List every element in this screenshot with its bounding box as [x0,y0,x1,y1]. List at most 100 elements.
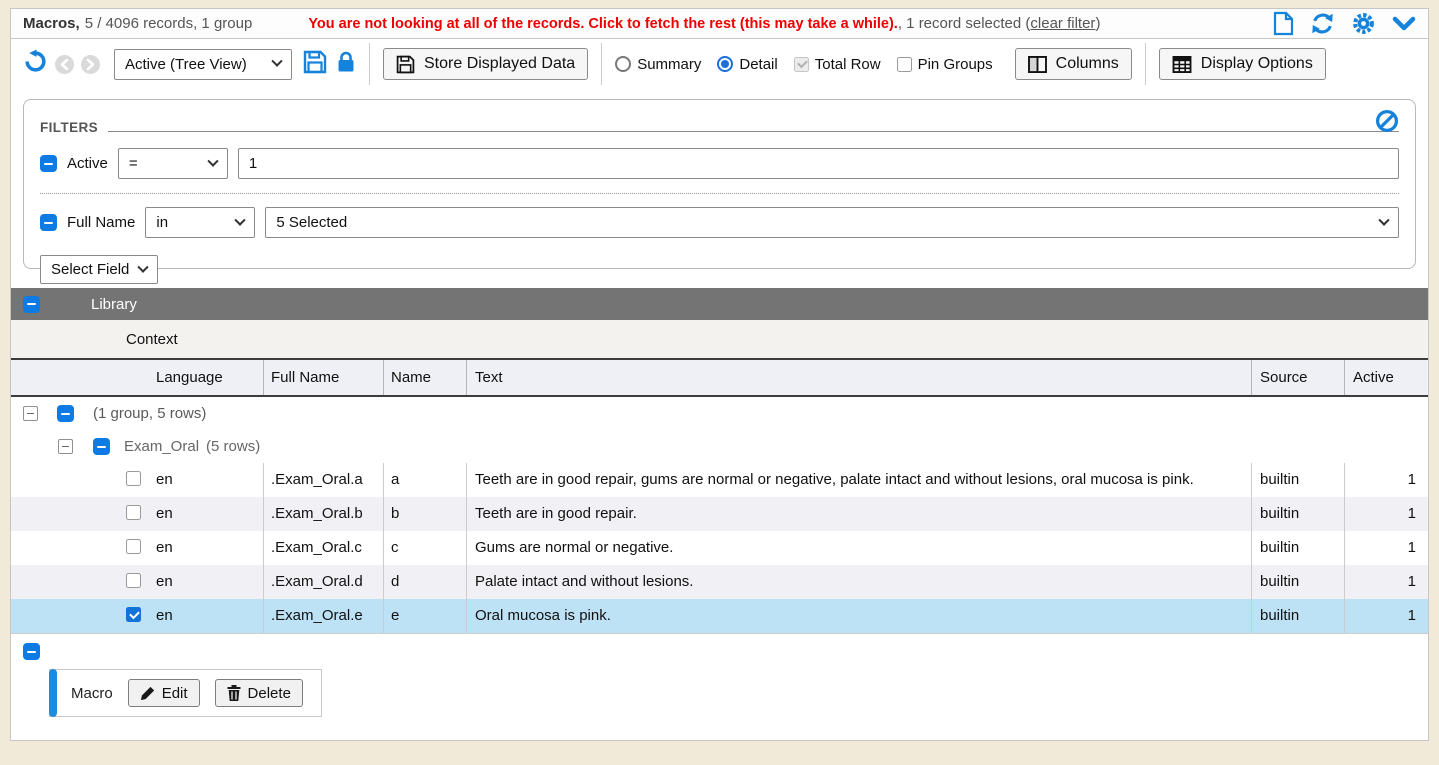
toolbar: Active (Tree View) Store Displayed Data … [11,39,1428,89]
collapse-subgroup-icon[interactable] [58,439,73,454]
remove-filter-icon[interactable] [40,214,57,231]
cell-text: Oral mucosa is pink. [466,599,1251,633]
pin-groups-label: Pin Groups [918,56,993,73]
columns-button-label: Columns [1056,55,1119,73]
table-row[interactable]: en .Exam_Oral.b b Teeth are in good repa… [11,497,1428,531]
column-header-source[interactable]: Source [1251,360,1344,395]
filter-field-label: Full Name [67,214,135,231]
pencil-icon [140,686,155,701]
pin-groups-checkbox[interactable]: Pin Groups [897,56,993,73]
subgroup-name-label: Exam_Oral [124,438,199,455]
footer-minus-icon[interactable] [23,643,40,660]
forward-icon[interactable] [81,55,100,74]
gear-icon[interactable] [1351,11,1376,36]
table-row-selected[interactable]: en .Exam_Oral.e e Oral mucosa is pink. b… [11,599,1428,633]
edit-button-label: Edit [162,685,188,702]
store-displayed-data-button[interactable]: Store Displayed Data [383,48,588,80]
display-options-button[interactable]: Display Options [1159,48,1326,80]
radio-checked-icon [717,56,733,72]
macro-actions-area: Macro Edit Delete [11,669,1428,723]
chevron-down-icon[interactable] [1392,14,1416,34]
new-document-icon[interactable] [1273,11,1294,36]
filter-field-label: Active [67,155,108,172]
table-grid-icon [1172,56,1192,73]
select-arrow-icon [207,155,218,166]
subgroup-count-label: (5 rows) [206,438,260,455]
cell-active: 1 [1344,463,1428,497]
summary-radio[interactable]: Summary [615,56,701,73]
content: Active (Tree View) Store Displayed Data … [10,39,1429,741]
table-row[interactable]: en .Exam_Oral.c c Gums are normal or neg… [11,531,1428,565]
back-icon[interactable] [55,55,74,74]
view-select[interactable]: Active (Tree View) [114,49,292,80]
subgroup-minus-icon[interactable] [93,438,110,455]
row-checkbox-checked[interactable] [126,607,141,622]
cell-name: b [383,497,466,531]
toolbar-divider [1145,43,1146,85]
group-row-root: (1 group, 5 rows) [11,397,1428,430]
collapse-library-icon[interactable] [23,296,40,313]
collapse-group-icon[interactable] [23,406,38,421]
library-group-bar: Library [11,288,1428,320]
fetch-rest-warning[interactable]: You are not looking at all of the record… [308,16,898,32]
refresh-icon[interactable] [1310,11,1335,36]
cell-active: 1 [1344,497,1428,531]
select-field-dropdown[interactable]: Select Field [40,255,158,284]
column-header-text[interactable]: Text [466,360,1251,395]
row-checkbox[interactable] [126,505,141,520]
group-minus-icon[interactable] [57,405,74,422]
filter-multiselect[interactable]: 5 Selected [265,207,1399,238]
select-arrow-icon [137,261,148,272]
toolbar-divider [601,43,602,85]
cell-text: Teeth are in good repair. [466,497,1251,531]
filter-multiselect-value: 5 Selected [276,214,347,231]
save-icon [396,55,415,74]
column-header-language[interactable]: Language [11,360,263,395]
edit-button[interactable]: Edit [128,679,200,707]
cell-source: builtin [1251,565,1344,599]
cell-full-name: .Exam_Oral.b [263,497,383,531]
selected-count-prefix: , 1 record selected ( [898,15,1031,32]
row-checkbox[interactable] [126,539,141,554]
total-row-checkbox[interactable]: Total Row [794,56,881,73]
column-header-active[interactable]: Active [1344,360,1428,395]
undo-icon[interactable] [23,49,48,79]
remove-filter-icon[interactable] [40,155,57,172]
clear-filters-icon[interactable] [1375,109,1399,133]
save-view-icon[interactable] [303,50,327,79]
column-header-full-name[interactable]: Full Name [263,360,383,395]
cell-active: 1 [1344,599,1428,633]
cell-full-name: .Exam_Oral.a [263,463,383,497]
cell-text: Palate intact and without lesions. [466,565,1251,599]
macro-panel: Macro Edit Delete [49,669,322,717]
column-header-name[interactable]: Name [383,360,466,395]
lock-icon[interactable] [336,50,356,79]
checkbox-disabled-checked-icon [794,57,809,72]
cell-language: en [156,607,173,625]
row-checkbox[interactable] [126,471,141,486]
table-row[interactable]: en .Exam_Oral.a a Teeth are in good repa… [11,463,1428,497]
store-button-label: Store Displayed Data [424,55,575,73]
cell-full-name: .Exam_Oral.d [263,565,383,599]
cell-language: en [156,573,173,591]
cell-full-name: .Exam_Oral.e [263,599,383,633]
select-arrow-icon [271,56,282,67]
filter-operator-select[interactable]: = [118,148,228,179]
table-row[interactable]: en .Exam_Oral.d d Palate intact and with… [11,565,1428,599]
filters-title: FILTERS [40,120,98,135]
filter-row-active: Active = [40,148,1399,179]
trash-icon [227,685,241,701]
cell-name: c [383,531,466,565]
columns-button[interactable]: Columns [1015,48,1132,80]
clear-filter-link[interactable]: clear filter [1030,15,1095,32]
filter-operator-select[interactable]: in [145,207,255,238]
columns-icon [1028,56,1047,73]
cell-language: en [156,505,173,523]
detail-radio[interactable]: Detail [717,56,777,73]
context-header-row: Context [11,320,1428,360]
filters-divider [108,131,1399,132]
row-checkbox[interactable] [126,573,141,588]
delete-button[interactable]: Delete [215,679,303,707]
filter-value-input[interactable] [238,148,1399,179]
summary-label: Summary [637,56,701,73]
